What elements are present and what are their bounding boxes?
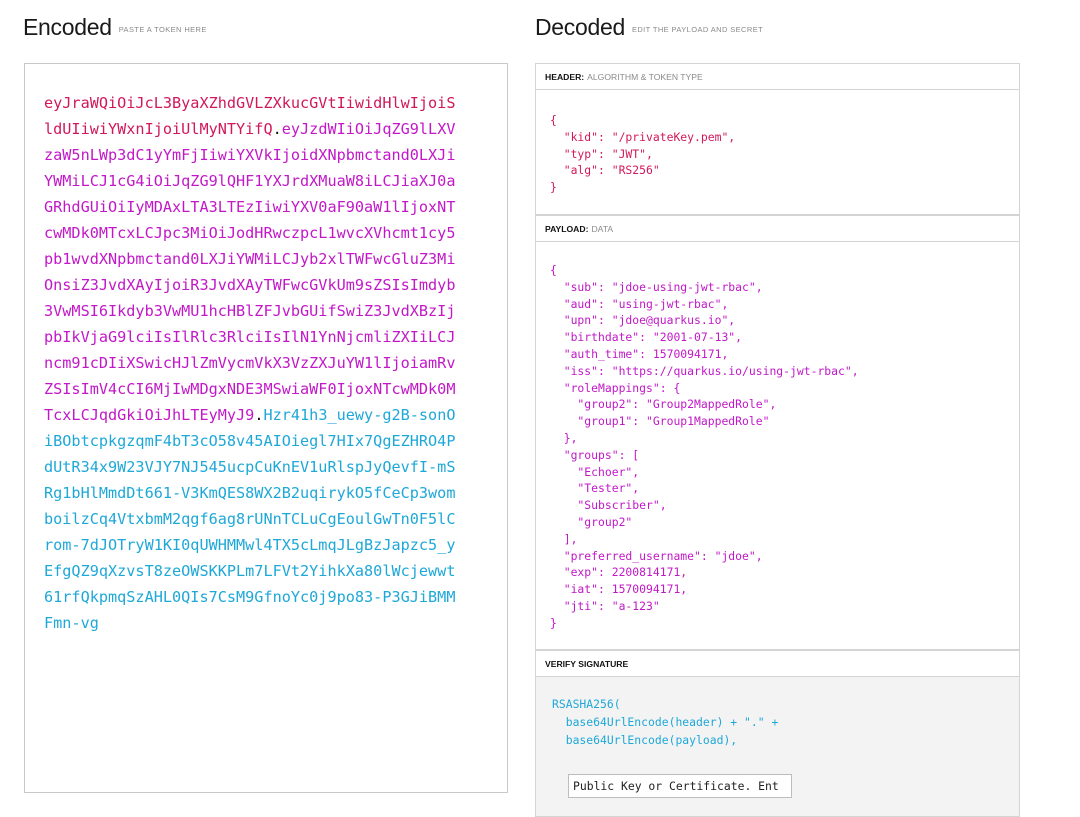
- decoded-panel: HEADER: ALGORITHM & TOKEN TYPE { "kid": "…: [535, 63, 1020, 817]
- verify-code: RSASHA256( base64UrlEncode(header) + "."…: [552, 697, 779, 747]
- header-json[interactable]: { "kid": "/privateKey.pem", "typ": "JWT"…: [550, 112, 735, 196]
- token-signature-part: Hzr41h3_uewy-g2B-sonOiBObtcpkgzqmF4bT3cO…: [44, 406, 456, 632]
- decoded-title: Decoded: [535, 14, 625, 40]
- payload-label: PAYLOAD:: [545, 224, 589, 234]
- encoded-token-editor[interactable]: eyJraWQiOiJcL3ByaXZhdGVLZXkucGVtIiwidHlw…: [24, 63, 508, 793]
- token-dot: .: [272, 120, 282, 138]
- public-key-input[interactable]: [568, 774, 792, 798]
- payload-json[interactable]: { "sub": "jdoe-using-jwt-rbac", "aud": "…: [550, 262, 859, 632]
- header-sublabel: ALGORITHM & TOKEN TYPE: [587, 72, 703, 82]
- verify-label: VERIFY SIGNATURE: [545, 659, 629, 669]
- payload-editor[interactable]: { "sub": "jdoe-using-jwt-rbac", "aud": "…: [535, 242, 1020, 650]
- token-payload-part: eyJzdWIiOiJqZG9lLXVzaW5nLWp3dC1yYmFjIiwi…: [44, 120, 456, 424]
- header-section-title: HEADER: ALGORITHM & TOKEN TYPE: [535, 63, 1020, 90]
- encoded-heading: Encoded PASTE A TOKEN HERE: [23, 14, 207, 41]
- payload-sublabel: DATA: [591, 224, 614, 234]
- token-text[interactable]: eyJraWQiOiJcL3ByaXZhdGVLZXkucGVtIiwidHlw…: [44, 90, 464, 636]
- verify-section-title: VERIFY SIGNATURE: [535, 650, 1020, 677]
- header-editor[interactable]: { "kid": "/privateKey.pem", "typ": "JWT"…: [535, 90, 1020, 215]
- verify-signature-panel: RSASHA256( base64UrlEncode(header) + "."…: [535, 677, 1020, 817]
- decoded-heading: Decoded EDIT THE PAYLOAD AND SECRET: [535, 14, 763, 41]
- header-label: HEADER:: [545, 72, 585, 82]
- payload-section-title: PAYLOAD: DATA: [535, 215, 1020, 242]
- encoded-subtitle: PASTE A TOKEN HERE: [118, 25, 207, 34]
- encoded-title: Encoded: [23, 14, 112, 40]
- decoded-subtitle: EDIT THE PAYLOAD AND SECRET: [631, 25, 764, 34]
